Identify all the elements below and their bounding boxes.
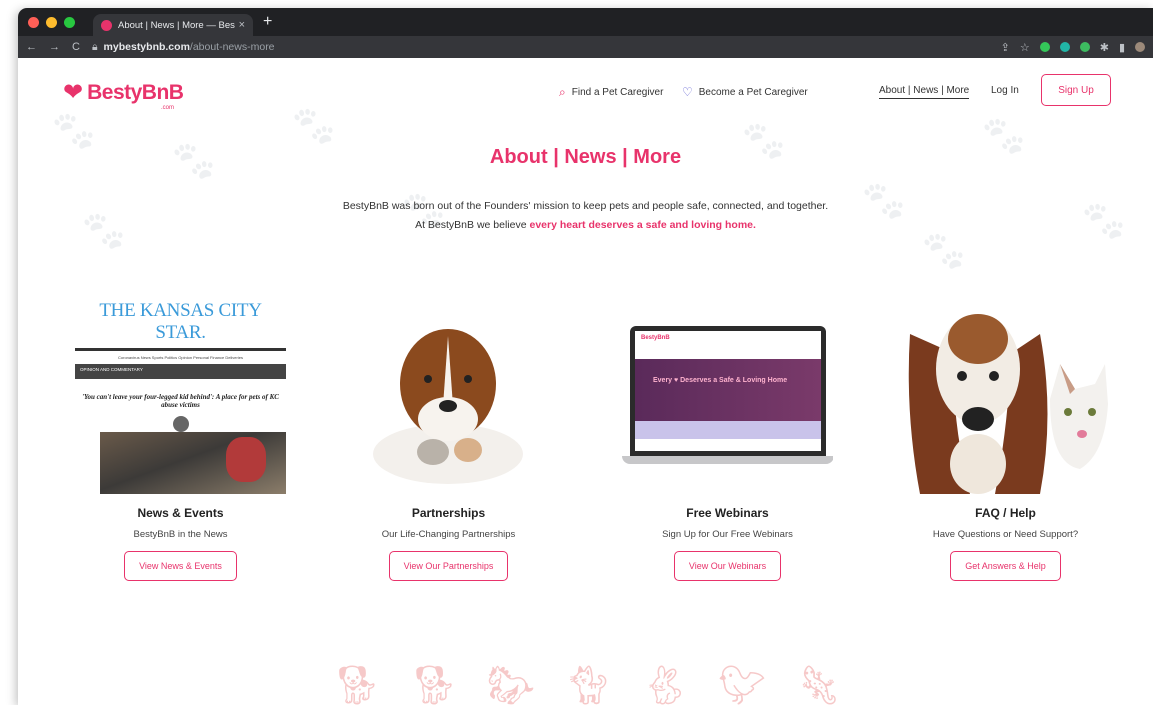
window-controls [28, 16, 75, 28]
browser-tab[interactable]: About | News | More — BestyB × [93, 14, 253, 36]
view-webinars-button[interactable]: View Our Webinars [673, 551, 782, 581]
masthead-divider [75, 348, 286, 351]
newspaper-menu: Coronavirus News Sports Politics Opinion… [118, 355, 243, 360]
heart-logo-icon: ❤ [63, 79, 84, 106]
card-news-events: THE KANSAS CITY STAR. Coronavirus News S… [73, 294, 288, 581]
lizard-silhouette-icon: 🦎︎ [795, 665, 844, 705]
lock-icon: 🔒︎ [91, 40, 98, 53]
close-window-icon[interactable] [28, 16, 39, 28]
profile-avatar-icon[interactable] [1135, 42, 1145, 52]
nav-about-news-more[interactable]: About | News | More [879, 85, 970, 99]
get-answers-button[interactable]: Get Answers & Help [950, 551, 1061, 581]
bookmark-star-icon[interactable]: ☆ [1020, 41, 1030, 54]
maximize-window-icon[interactable] [64, 16, 75, 28]
card-faq-help: FAQ / Help Have Questions or Need Suppor… [898, 294, 1113, 581]
belief-prefix: At BestyBnB we believe [415, 219, 530, 231]
newspaper-section: OPINION AND COMMENTARY [75, 364, 286, 379]
basset-hound-illustration [900, 294, 1111, 494]
card-subtitle: Have Questions or Need Support? [932, 529, 1079, 540]
minimize-window-icon[interactable] [46, 16, 57, 28]
nav-find-label: Find a Pet Caregiver [571, 87, 664, 98]
signup-button[interactable]: Sign Up [1041, 74, 1111, 106]
nav-find-caregiver[interactable]: ⌕ Find a Pet Caregiver [559, 85, 663, 100]
author-avatar [172, 415, 189, 432]
card-free-webinars: BestyBnB Every ♥ Deserves a Safe & Lovin… [620, 294, 835, 581]
view-news-events-button[interactable]: View News & Events [124, 551, 237, 581]
card-subtitle: Sign Up for Our Free Webinars [662, 529, 793, 540]
page-title: About | News | More [489, 146, 682, 168]
screen-hero-text: Every ♥ Deserves a Safe & Loving Home [653, 377, 788, 384]
extension-teal-icon[interactable] [1059, 42, 1070, 52]
search-icon: ⌕ [559, 85, 566, 99]
view-partnerships-button[interactable]: View Our Partnerships [388, 551, 509, 581]
bird-silhouette-icon: 🐦︎ [718, 665, 767, 705]
belief-emphasis: every heart deserves a safe and loving h… [529, 219, 756, 231]
url-field[interactable]: 🔒︎ mybestybnb.com/about-news-more [92, 41, 989, 54]
url-host: mybestybnb.com [103, 41, 190, 53]
newspaper-headline: 'You can't leave your four-legged kid be… [82, 393, 279, 410]
reload-icon[interactable]: C [72, 41, 80, 53]
tab-close-icon[interactable]: × [239, 19, 245, 31]
rabbit-silhouette-icon: 🐇︎ [641, 665, 690, 705]
nav-become-caregiver[interactable]: ♡ Become a Pet Caregiver [682, 85, 808, 99]
extension-green-icon[interactable] [1039, 42, 1050, 52]
dog-cats-image [343, 294, 554, 494]
screen-strip [635, 421, 821, 439]
extension-circle-icon[interactable] [1079, 42, 1090, 52]
cat-silhouette-icon: 🐈︎ [563, 665, 613, 705]
logo-subtext: .com [161, 105, 175, 111]
card-title: Partnerships [411, 506, 486, 520]
browser-window: About | News | More — BestyB × + ← → C 🔒… [18, 8, 1153, 705]
paw-icon: 🐾︎ [78, 210, 129, 254]
tab-bar: About | News | More — BestyB × + [18, 8, 1153, 36]
screen-hero: Every ♥ Deserves a Safe & Loving Home [635, 359, 821, 421]
site-header: ❤ BestyBnB .com ⌕ Find a Pet Caregiver ♡… [18, 58, 1153, 138]
site-logo[interactable]: ❤ BestyBnB .com [63, 79, 184, 112]
horse-silhouette-icon: 🐎︎ [486, 665, 535, 705]
nav-become-label: Become a Pet Caregiver [698, 86, 808, 98]
article-photo [100, 432, 286, 494]
extensions-puzzle-icon[interactable]: ✱ [1100, 41, 1109, 54]
favicon-icon [101, 19, 112, 31]
card-subtitle: Our Life-Changing Partnerships [381, 529, 516, 540]
card-title: News & Events [137, 506, 224, 520]
belief-statement: At BestyBnB we believe every heart deser… [18, 219, 1153, 231]
share-icon[interactable]: ⇪ [1001, 41, 1010, 54]
logo-text: BestyBnB [87, 81, 184, 104]
laptop-image: BestyBnB Every ♥ Deserves a Safe & Lovin… [622, 294, 833, 494]
saint-bernard-illustration [373, 329, 523, 484]
login-link[interactable]: Log In [991, 85, 1019, 96]
card-title: Free Webinars [686, 506, 769, 520]
mission-statement: BestyBnB was born out of the Founders' m… [342, 200, 829, 212]
laptop-base [622, 456, 833, 464]
newspaper-image: THE KANSAS CITY STAR. Coronavirus News S… [75, 294, 286, 494]
screen-logo: BestyBnB [641, 335, 670, 341]
laptop-illustration: BestyBnB Every ♥ Deserves a Safe & Lovin… [622, 326, 833, 466]
forward-icon[interactable]: → [49, 41, 60, 53]
address-bar-row: ← → C 🔒︎ mybestybnb.com/about-news-more … [18, 36, 1153, 58]
url-path: /about-news-more [189, 41, 275, 53]
dog-silhouette-icon: 🐕︎ [332, 665, 381, 705]
sidebar-icon[interactable]: ▮ [1119, 41, 1125, 54]
laptop-screen: BestyBnB Every ♥ Deserves a Safe & Lovin… [630, 326, 826, 456]
card-partnerships: Partnerships Our Life-Changing Partnersh… [341, 294, 556, 581]
animal-silhouettes: 🐕︎ 🐕︎ 🐎︎ 🐈︎ 🐇︎ 🐦︎ 🦎︎ [318, 658, 858, 705]
newspaper-masthead: THE KANSAS CITY STAR. [99, 300, 262, 343]
extensions-bar: ⇪ ☆ ✱ ▮ [1001, 41, 1145, 54]
paw-icon: 🐾︎ [918, 230, 969, 274]
tab-title: About | News | More — BestyB [118, 19, 235, 31]
card-title: FAQ / Help [975, 506, 1036, 520]
basset-cat-image [900, 294, 1111, 494]
new-tab-button[interactable]: + [263, 13, 272, 31]
dog-silhouette-icon: 🐕︎ [409, 665, 458, 705]
back-icon[interactable]: ← [26, 41, 37, 53]
heart-outline-icon: ♡ [682, 85, 693, 99]
card-subtitle: BestyBnB in the News [133, 529, 228, 540]
web-page: 🐾︎ 🐾︎ 🐾︎ 🐾︎ 🐾︎ 🐾︎ 🐾︎ 🐾︎ 🐾︎ 🐾︎ ❤ BestyBnB… [18, 58, 1153, 705]
